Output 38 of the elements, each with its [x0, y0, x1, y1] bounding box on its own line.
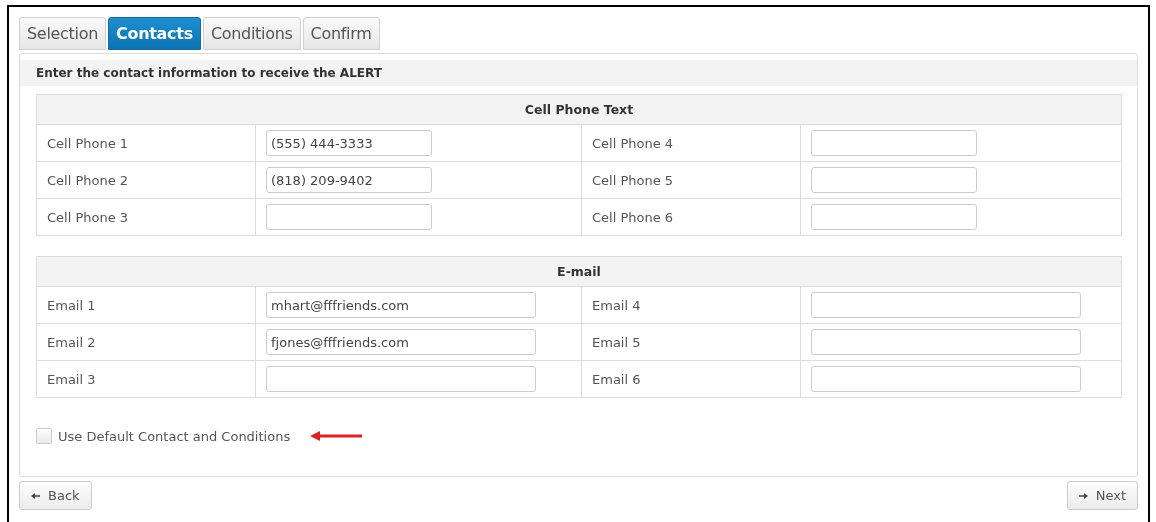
field-label: Cell Phone 3: [47, 209, 129, 225]
tab[interactable]: Contacts: [108, 17, 201, 50]
section-heading: Cell Phone Text: [37, 95, 1121, 125]
field-label: Email 5: [592, 334, 641, 350]
field-label: Email 1: [47, 297, 96, 313]
back-button[interactable]: Back: [19, 481, 92, 510]
input-field[interactable]: fjones@fffriends.com: [266, 329, 536, 355]
field-label: Cell Phone 1: [47, 135, 129, 151]
input-field[interactable]: [266, 204, 432, 230]
input-field[interactable]: [811, 167, 977, 193]
annotation-arrow: [310, 431, 363, 441]
input-field[interactable]: [811, 292, 1081, 318]
tab[interactable]: Conditions: [202, 17, 301, 50]
tab[interactable]: Selection: [19, 17, 107, 50]
checkbox[interactable]: [36, 428, 52, 444]
checkbox-label: Use Default Contact and Conditions: [58, 428, 291, 444]
instruction-text: Enter the contact information to receive the ALERT: [20, 60, 1137, 86]
input-field[interactable]: [811, 329, 1081, 355]
next-button[interactable]: Next: [1066, 481, 1138, 510]
field-label: Email 4: [592, 297, 641, 313]
field-label: Cell Phone 4: [592, 135, 674, 151]
input-field[interactable]: [811, 366, 1081, 392]
right-arrow-icon: [1078, 491, 1088, 500]
input-field[interactable]: [811, 130, 977, 156]
field-label: Email 3: [47, 371, 96, 387]
section-heading: E-mail: [37, 257, 1121, 287]
left-arrow-icon: [31, 491, 40, 500]
field-label: Email 2: [47, 334, 96, 350]
input-field[interactable]: (818) 209-9402: [266, 167, 432, 193]
input-field[interactable]: [811, 204, 977, 230]
input-field[interactable]: mhart@fffriends.com: [266, 292, 536, 318]
field-label: Email 6: [592, 371, 641, 387]
tab[interactable]: Confirm: [302, 17, 380, 50]
input-field[interactable]: (555) 444-3333: [266, 130, 432, 156]
field-label: Cell Phone 6: [592, 209, 674, 225]
field-label: Cell Phone 2: [47, 172, 129, 188]
input-field[interactable]: [266, 366, 536, 392]
field-label: Cell Phone 5: [592, 172, 674, 188]
